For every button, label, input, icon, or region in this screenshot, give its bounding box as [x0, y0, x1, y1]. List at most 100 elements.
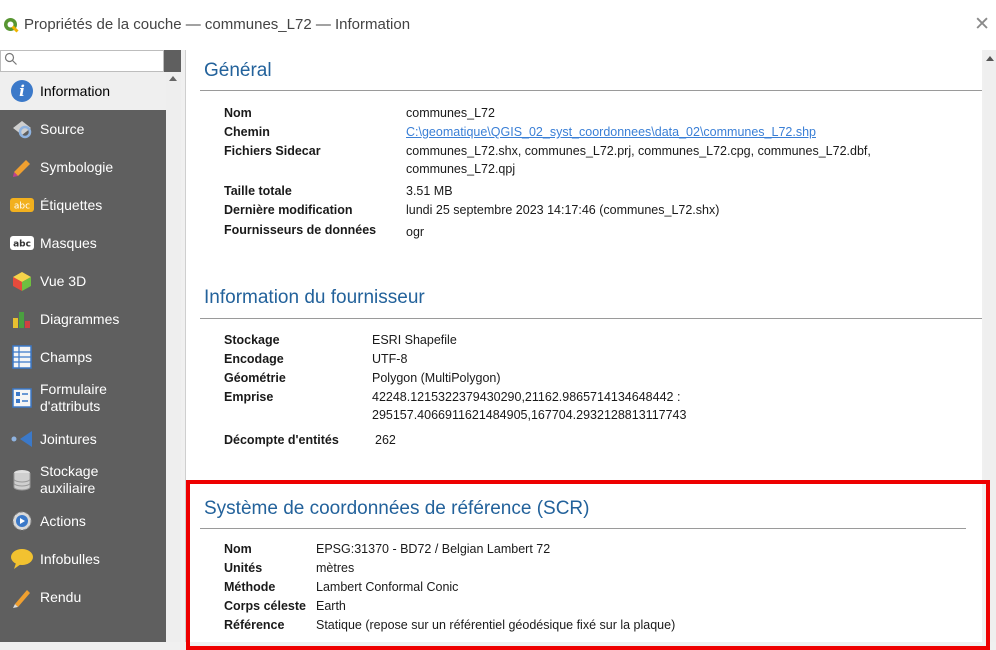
sidebar-item-information[interactable]: i Information: [0, 72, 166, 110]
sidebar-item-tooltips[interactable]: Infobulles: [0, 540, 166, 578]
attributes-form-icon: [10, 386, 34, 410]
divider: [200, 90, 982, 91]
qgis-logo-icon: [4, 18, 19, 33]
diagrams-icon: [10, 307, 34, 331]
labels-icon-text: abc: [14, 202, 30, 212]
main-content: Général Nom communes_L72 Chemin C:\geoma…: [181, 50, 996, 642]
general-value: ogr: [406, 225, 425, 239]
sidebar-item-label: Masques: [40, 234, 97, 251]
crs-key: Référence: [224, 618, 285, 632]
sidebar-item-label: Vue 3D: [40, 272, 87, 289]
divider: [200, 318, 982, 319]
symbology-icon: [10, 155, 34, 179]
sidebar-scrollbar[interactable]: [166, 72, 181, 642]
sidebar-item-source[interactable]: Source: [0, 110, 166, 148]
sidebar-item-label: Actions: [40, 512, 86, 529]
general-value: lundi 25 septembre 2023 14:17:46 (commun…: [406, 203, 720, 217]
sidebar-item-auxiliary-storage[interactable]: Stockage auxiliaire: [0, 458, 166, 502]
crs-value: mètres: [316, 561, 355, 575]
scroll-up-arrow-icon[interactable]: [986, 56, 994, 61]
sidebar-item-label: Formulaire d'attributs: [40, 381, 107, 414]
general-key: Chemin: [224, 125, 270, 139]
crs-value: EPSG:31370 - BD72 / Belgian Lambert 72: [316, 542, 551, 556]
provider-key: Emprise: [224, 390, 274, 404]
provider-table: Stockage ESRI Shapefile Encodage UTF-8 G…: [224, 331, 964, 461]
sidebar-item-label: Jointures: [40, 430, 97, 447]
tooltips-icon: [10, 547, 34, 571]
provider-value: 262: [375, 433, 396, 447]
info-icon: i: [10, 79, 34, 103]
general-value: communes_L72.qpj: [406, 162, 516, 176]
fields-icon: [10, 345, 34, 369]
sidebar-item-label: Stockage auxiliaire: [40, 463, 99, 496]
crs-table: Nom EPSG:31370 - BD72 / Belgian Lambert …: [224, 540, 964, 642]
section-title-provider: Information du fournisseur: [204, 287, 425, 308]
sidebar-item-rendering[interactable]: Rendu: [0, 578, 166, 616]
window-titlebar: Propriétés de la couche — communes_L72 —…: [0, 0, 996, 50]
provider-key: Géométrie: [224, 371, 286, 385]
general-value: 3.51 MB: [406, 184, 453, 198]
rendering-icon: [10, 585, 34, 609]
crs-key: Nom: [224, 542, 252, 556]
provider-key: Stockage: [224, 333, 280, 347]
general-value: communes_L72: [406, 106, 495, 120]
general-table: Nom communes_L72 Chemin C:\geomatique\QG…: [224, 104, 964, 254]
crs-key: Unités: [224, 561, 263, 575]
labels-icon: abc: [10, 193, 34, 217]
section-title-general: Général: [204, 60, 272, 81]
sidebar-item-labels[interactable]: abc Étiquettes: [0, 186, 166, 224]
3d-view-icon: [10, 269, 34, 293]
sidebar-item-joins[interactable]: Jointures: [0, 420, 166, 458]
search-input[interactable]: [0, 50, 164, 72]
provider-key: Décompte d'entités: [224, 433, 339, 447]
masks-icon-text: abc: [13, 240, 31, 250]
sidebar-item-diagrams[interactable]: Diagrammes: [0, 300, 166, 338]
scroll-up-arrow-icon[interactable]: [169, 76, 177, 81]
sidebar: i Information Source Symbologie abc Étiq…: [0, 50, 181, 642]
window-title: Propriétés de la couche — communes_L72 —…: [24, 16, 411, 33]
crs-value: Earth: [316, 599, 346, 613]
sidebar-list: i Information Source Symbologie abc Étiq…: [0, 72, 166, 616]
provider-value: 42248.1215322379430290,21162.98657141346…: [372, 390, 681, 404]
path-link[interactable]: C:\geomatique\QGIS_02_syst_coordonnees\d…: [406, 123, 816, 141]
svg-text:i: i: [19, 82, 25, 100]
general-key: Taille totale: [224, 184, 292, 198]
divider: [200, 528, 966, 529]
sidebar-item-actions[interactable]: Actions: [0, 502, 166, 540]
crs-key: Méthode: [224, 580, 276, 594]
close-button[interactable]: ✕: [974, 13, 990, 35]
search-icon: [4, 52, 17, 65]
sidebar-item-label: Rendu: [40, 588, 82, 605]
crs-key: Corps céleste: [224, 599, 306, 613]
provider-key: Encodage: [224, 352, 284, 366]
sidebar-item-label: Source: [40, 120, 85, 137]
general-value: communes_L72.shx, communes_L72.prj, comm…: [406, 144, 871, 158]
provider-value: UTF-8: [372, 352, 408, 366]
auxiliary-storage-icon: [10, 468, 34, 492]
sidebar-item-label: Symbologie: [40, 158, 114, 175]
actions-icon: [10, 509, 34, 533]
joins-icon: [10, 427, 34, 451]
sidebar-item-3d-view[interactable]: Vue 3D: [0, 262, 166, 300]
general-key: Dernière modification: [224, 203, 353, 217]
sidebar-item-attributes-form[interactable]: Formulaire d'attributs: [0, 376, 166, 420]
sidebar-item-fields[interactable]: Champs: [0, 338, 166, 376]
sidebar-item-label: Étiquettes: [40, 196, 103, 213]
sidebar-item-label: Infobulles: [40, 550, 100, 567]
main-scrollbar[interactable]: [984, 50, 996, 642]
crs-value: Statique (repose sur un référentiel géod…: [316, 618, 676, 632]
masks-icon: abc: [10, 231, 34, 255]
sidebar-item-label: Information: [40, 82, 111, 99]
provider-value: 295157.4066911621484905,167704.293212881…: [372, 408, 687, 422]
sidebar-item-label: Diagrammes: [40, 310, 120, 327]
general-key: Fournisseurs de données: [224, 223, 377, 237]
provider-value: Polygon (MultiPolygon): [372, 371, 501, 385]
information-panel: Général Nom communes_L72 Chemin C:\geoma…: [185, 50, 982, 642]
sidebar-item-symbology[interactable]: Symbologie: [0, 148, 166, 186]
crs-value: Lambert Conformal Conic: [316, 580, 459, 594]
provider-value: ESRI Shapefile: [372, 333, 457, 347]
general-key: Fichiers Sidecar: [224, 144, 321, 158]
sidebar-item-label: Champs: [40, 348, 93, 365]
general-key: Nom: [224, 106, 252, 120]
sidebar-item-masks[interactable]: abc Masques: [0, 224, 166, 262]
